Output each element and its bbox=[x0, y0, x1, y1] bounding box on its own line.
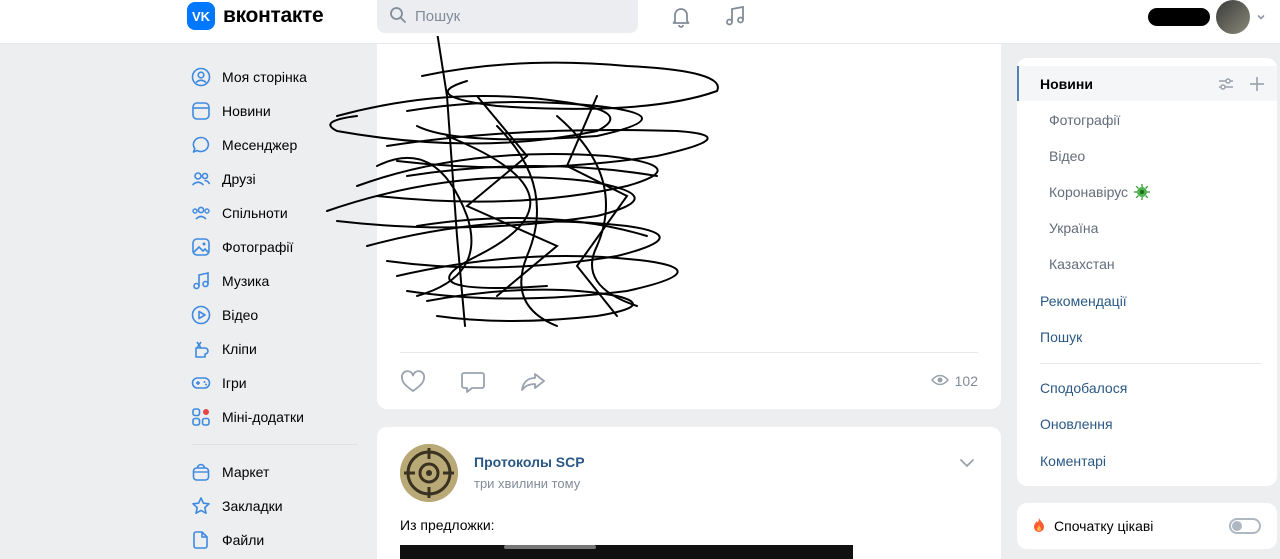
fire-icon bbox=[1032, 517, 1046, 536]
feed-post: 102 bbox=[326, 36, 1001, 409]
post-media[interactable] bbox=[400, 545, 853, 559]
sidebar-item-clips[interactable]: Кліпи bbox=[190, 332, 360, 366]
photo-icon bbox=[190, 236, 212, 258]
sidebar-item-label: Друзі bbox=[222, 171, 256, 187]
search-icon bbox=[389, 6, 407, 27]
sidebar-item-label: Новини bbox=[222, 103, 271, 119]
sidebar-item-label: Маркет bbox=[222, 464, 270, 480]
virus-icon bbox=[1134, 184, 1151, 200]
share-icon[interactable] bbox=[520, 369, 546, 395]
sidebar-item-market[interactable]: Маркет bbox=[190, 455, 360, 489]
music-icon bbox=[190, 270, 212, 292]
menu-item-label: Коронавірус bbox=[1049, 184, 1129, 200]
gamepad-icon bbox=[190, 372, 212, 394]
menu-item-updates[interactable]: Оновлення bbox=[1040, 416, 1113, 432]
menu-item-ukraine[interactable]: Україна bbox=[1049, 220, 1098, 236]
menu-divider bbox=[1040, 363, 1262, 364]
menu-item-liked[interactable]: Сподобалося bbox=[1040, 380, 1127, 396]
sidebar-item-label: Закладки bbox=[222, 498, 283, 514]
post-text: Из предложки: bbox=[400, 517, 495, 533]
sidebar-item-label: Моя сторінка bbox=[222, 69, 307, 85]
video-icon bbox=[190, 304, 212, 326]
interesting-first-label: Спочатку цікаві bbox=[1054, 518, 1154, 534]
sidebar-item-mini-apps[interactable]: Міні-додатки bbox=[190, 400, 360, 434]
post-action-bar bbox=[400, 369, 546, 395]
sidebar-item-files[interactable]: Файли bbox=[190, 523, 360, 557]
bag-icon bbox=[190, 461, 212, 483]
menu-item-video[interactable]: Відео bbox=[1049, 148, 1085, 164]
menu-item-kazakhstan[interactable]: Казахстан bbox=[1049, 256, 1115, 272]
avatar bbox=[1216, 0, 1250, 34]
community-avatar[interactable] bbox=[400, 444, 458, 502]
toggle-knob bbox=[1232, 521, 1242, 531]
redacted-user-name bbox=[1148, 8, 1210, 26]
menu-item-recommendations[interactable]: Рекомендації bbox=[1040, 293, 1127, 309]
sidebar-item-bookmarks[interactable]: Закладки bbox=[190, 489, 360, 523]
chevron-down-icon bbox=[1256, 9, 1266, 25]
post-divider bbox=[400, 352, 978, 353]
eye-icon bbox=[930, 373, 949, 389]
media-handle bbox=[504, 545, 596, 549]
apps-icon bbox=[190, 406, 212, 428]
menu-item-coronavirus[interactable]: Коронавірус bbox=[1049, 184, 1151, 200]
sidebar-item-label: Месенджер bbox=[222, 137, 298, 153]
clips-icon bbox=[190, 338, 212, 360]
search-input[interactable] bbox=[415, 8, 615, 25]
views-count: 102 bbox=[954, 373, 978, 389]
file-icon bbox=[190, 529, 212, 551]
user-circle-icon bbox=[190, 66, 212, 88]
like-icon[interactable] bbox=[400, 369, 426, 395]
menu-item-news[interactable]: Новини bbox=[1040, 76, 1093, 92]
vk-logo-mark: VK bbox=[187, 2, 215, 30]
filter-settings-icon[interactable] bbox=[1216, 74, 1236, 94]
comment-icon[interactable] bbox=[460, 369, 486, 395]
news-filter-menu: Новини Фотографії Відео Коронавірус Укра… bbox=[1017, 58, 1277, 486]
sidebar-item-label: Міні-додатки bbox=[222, 409, 304, 425]
interesting-first-toggle[interactable] bbox=[1229, 518, 1261, 534]
views-counter: 102 bbox=[930, 373, 978, 389]
newsfeed-icon bbox=[190, 100, 212, 122]
communities-icon bbox=[190, 202, 212, 224]
vk-logo-text: вконтакте bbox=[223, 4, 324, 27]
sidebar-item-label: Файли bbox=[222, 532, 265, 548]
sidebar-item-label: Відео bbox=[222, 307, 259, 323]
bell-icon[interactable] bbox=[669, 4, 693, 28]
friends-icon bbox=[190, 168, 212, 190]
menu-item-comments[interactable]: Коментарі bbox=[1040, 453, 1106, 469]
chevron-down-icon[interactable] bbox=[957, 453, 977, 473]
interesting-first-panel: Спочатку цікаві bbox=[1017, 503, 1277, 549]
user-menu[interactable] bbox=[1148, 0, 1266, 34]
menu-item-photos[interactable]: Фотографії bbox=[1049, 112, 1120, 128]
menu-item-search[interactable]: Пошук bbox=[1040, 329, 1082, 345]
vk-logo[interactable]: VK вконтакте bbox=[187, 2, 324, 30]
message-icon bbox=[190, 134, 212, 156]
feed-post: Протоколы SCP три хвилини тому Из предло… bbox=[377, 427, 1001, 559]
post-timestamp[interactable]: три хвилини тому bbox=[474, 476, 580, 491]
sidebar-divider bbox=[192, 444, 358, 445]
scribble-redaction bbox=[326, 36, 719, 327]
sidebar-item-label: Ігри bbox=[222, 375, 247, 391]
search-box[interactable] bbox=[377, 0, 638, 33]
star-icon bbox=[190, 495, 212, 517]
plus-icon[interactable] bbox=[1247, 74, 1267, 94]
music-icon[interactable] bbox=[723, 4, 747, 28]
sidebar-item-games[interactable]: Ігри bbox=[190, 366, 360, 400]
sidebar-item-label: Спільноти bbox=[222, 205, 288, 221]
sidebar-item-label: Музика bbox=[222, 273, 270, 289]
post-author-link[interactable]: Протоколы SCP bbox=[474, 454, 585, 470]
sidebar-item-label: Кліпи bbox=[222, 341, 257, 357]
sidebar-item-label: Фотографії bbox=[222, 239, 294, 255]
